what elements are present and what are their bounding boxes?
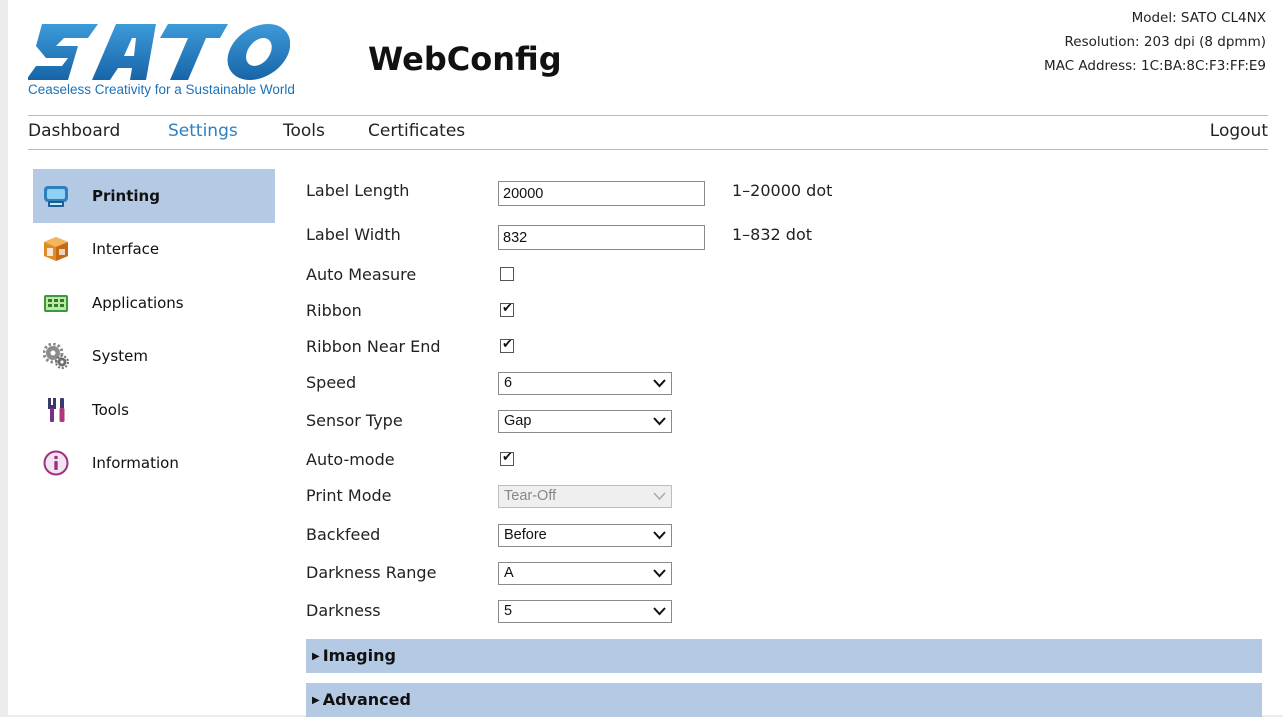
device-info: Model: SATO CL4NX Resolution: 203 dpi (8…: [1044, 6, 1266, 78]
ribbon-label: Ribbon: [306, 301, 362, 320]
header-divider: [28, 115, 1268, 116]
chevron-down-icon: [653, 492, 666, 501]
label-length-row: Label Length 1–20000 dot: [306, 178, 1266, 206]
darkness-row: Darkness 5: [306, 598, 1266, 626]
applications-icon: [44, 294, 68, 312]
nav-settings[interactable]: Settings: [168, 121, 238, 141]
sidebar-item-printing[interactable]: Printing: [33, 169, 275, 223]
auto-mode-label: Auto-mode: [306, 450, 395, 469]
sensor-type-value: Gap: [504, 413, 532, 429]
backfeed-select[interactable]: Before: [498, 524, 672, 547]
auto-measure-checkbox[interactable]: [500, 267, 514, 281]
sensor-type-row: Sensor Type Gap: [306, 408, 1266, 436]
label-length-range: 1–20000 dot: [732, 181, 833, 200]
print-mode-row: Print Mode Tear-Off: [306, 483, 1266, 511]
nav-logout[interactable]: Logout: [1210, 121, 1268, 141]
ribbon-row: Ribbon ✔: [306, 298, 1266, 326]
print-mode-value: Tear-Off: [504, 488, 557, 504]
nav-divider: [28, 149, 1268, 150]
imaging-section-label: Imaging: [322, 646, 396, 665]
device-model: Model: SATO CL4NX: [1131, 10, 1266, 26]
label-width-label: Label Width: [306, 225, 401, 244]
sidebar-item-applications[interactable]: Applications: [33, 276, 275, 330]
chevron-down-icon: [653, 379, 666, 388]
label-length-label: Label Length: [306, 181, 410, 200]
sidebar-item-label: System: [92, 347, 148, 366]
device-mac-address: MAC Address: 1C:BA:8C:F3:FF:E9: [1044, 58, 1266, 74]
backfeed-row: Backfeed Before: [306, 522, 1266, 550]
label-width-row: Label Width 1–832 dot: [306, 222, 1266, 250]
expand-triangle-icon: ▶: [312, 651, 320, 662]
darkness-value: 5: [504, 603, 513, 619]
speed-select[interactable]: 6: [498, 372, 672, 395]
gears-icon: [43, 343, 69, 370]
backfeed-value: Before: [504, 527, 547, 543]
auto-mode-checkbox[interactable]: ✔: [500, 450, 514, 466]
imaging-section-title: ▶ Imaging: [312, 646, 396, 665]
sidebar: Printing Interface Applications System T…: [33, 169, 275, 490]
top-nav: Dashboard Settings Tools Certificates Lo…: [28, 118, 1268, 149]
interface-box-icon: [44, 237, 68, 262]
speed-row: Speed 6: [306, 370, 1266, 398]
sato-logo[interactable]: Ceaseless Creativity for a Sustainable W…: [28, 24, 358, 124]
darkness-range-select[interactable]: A: [498, 562, 672, 585]
nav-certificates[interactable]: Certificates: [368, 121, 465, 141]
darkness-range-row: Darkness Range A: [306, 560, 1266, 588]
darkness-select[interactable]: 5: [498, 600, 672, 623]
sidebar-item-label: Interface: [92, 240, 160, 259]
ribbon-checkbox[interactable]: ✔: [500, 301, 514, 317]
check-mark: ✔: [502, 301, 513, 316]
sidebar-item-label: Information: [92, 454, 179, 473]
label-width-range: 1–832 dot: [732, 225, 813, 244]
auto-measure-row: Auto Measure: [306, 262, 1266, 290]
advanced-section-label: Advanced: [322, 690, 411, 709]
ribbon-near-end-row: Ribbon Near End ✔: [306, 334, 1266, 362]
advanced-section-title: ▶ Advanced: [312, 690, 411, 709]
imaging-section-toggle[interactable]: ▶ Imaging: [306, 639, 1262, 673]
sidebar-item-interface[interactable]: Interface: [33, 223, 275, 277]
label-width-input[interactable]: [498, 225, 705, 250]
speed-value: 6: [504, 375, 513, 391]
darkness-label: Darkness: [306, 601, 381, 620]
chevron-down-icon: [653, 569, 666, 578]
sidebar-item-label: Printing: [92, 186, 160, 205]
backfeed-label: Backfeed: [306, 525, 381, 544]
label-length-input[interactable]: [498, 181, 705, 206]
sensor-type-label: Sensor Type: [306, 411, 403, 430]
sato-logo-mark: [28, 24, 290, 80]
expand-triangle-icon: ▶: [312, 695, 320, 706]
ribbon-near-end-label: Ribbon Near End: [306, 337, 441, 356]
app-title: WebConfig: [368, 40, 562, 78]
printer-icon: [44, 185, 68, 207]
sidebar-item-label: Applications: [92, 293, 184, 312]
sidebar-item-tools[interactable]: Tools: [33, 383, 275, 437]
check-mark: ✔: [502, 450, 513, 465]
check-mark: ✔: [502, 337, 513, 352]
auto-measure-label: Auto Measure: [306, 265, 417, 284]
ribbon-near-end-checkbox[interactable]: ✔: [500, 337, 514, 353]
sensor-type-select[interactable]: Gap: [498, 410, 672, 433]
advanced-section-toggle[interactable]: ▶ Advanced: [306, 683, 1262, 717]
chevron-down-icon: [653, 531, 666, 540]
chevron-down-icon: [653, 417, 666, 426]
info-icon: [43, 450, 69, 476]
nav-dashboard[interactable]: Dashboard: [28, 121, 120, 141]
sidebar-item-label: Tools: [92, 400, 129, 419]
print-mode-select: Tear-Off: [498, 485, 672, 508]
darkness-range-label: Darkness Range: [306, 563, 437, 582]
device-resolution: Resolution: 203 dpi (8 dpmm): [1064, 34, 1266, 50]
brand-tagline: Ceaseless Creativity for a Sustainable W…: [28, 82, 295, 97]
darkness-range-value: A: [504, 565, 514, 581]
page: Ceaseless Creativity for a Sustainable W…: [8, 0, 1283, 717]
tools-icon: [48, 397, 65, 422]
auto-mode-row: Auto-mode ✔: [306, 447, 1266, 475]
chevron-down-icon: [653, 607, 666, 616]
print-mode-label: Print Mode: [306, 486, 392, 505]
nav-tools[interactable]: Tools: [283, 121, 325, 141]
speed-label: Speed: [306, 373, 357, 392]
sidebar-item-system[interactable]: System: [33, 330, 275, 384]
sidebar-item-information[interactable]: Information: [33, 437, 275, 491]
